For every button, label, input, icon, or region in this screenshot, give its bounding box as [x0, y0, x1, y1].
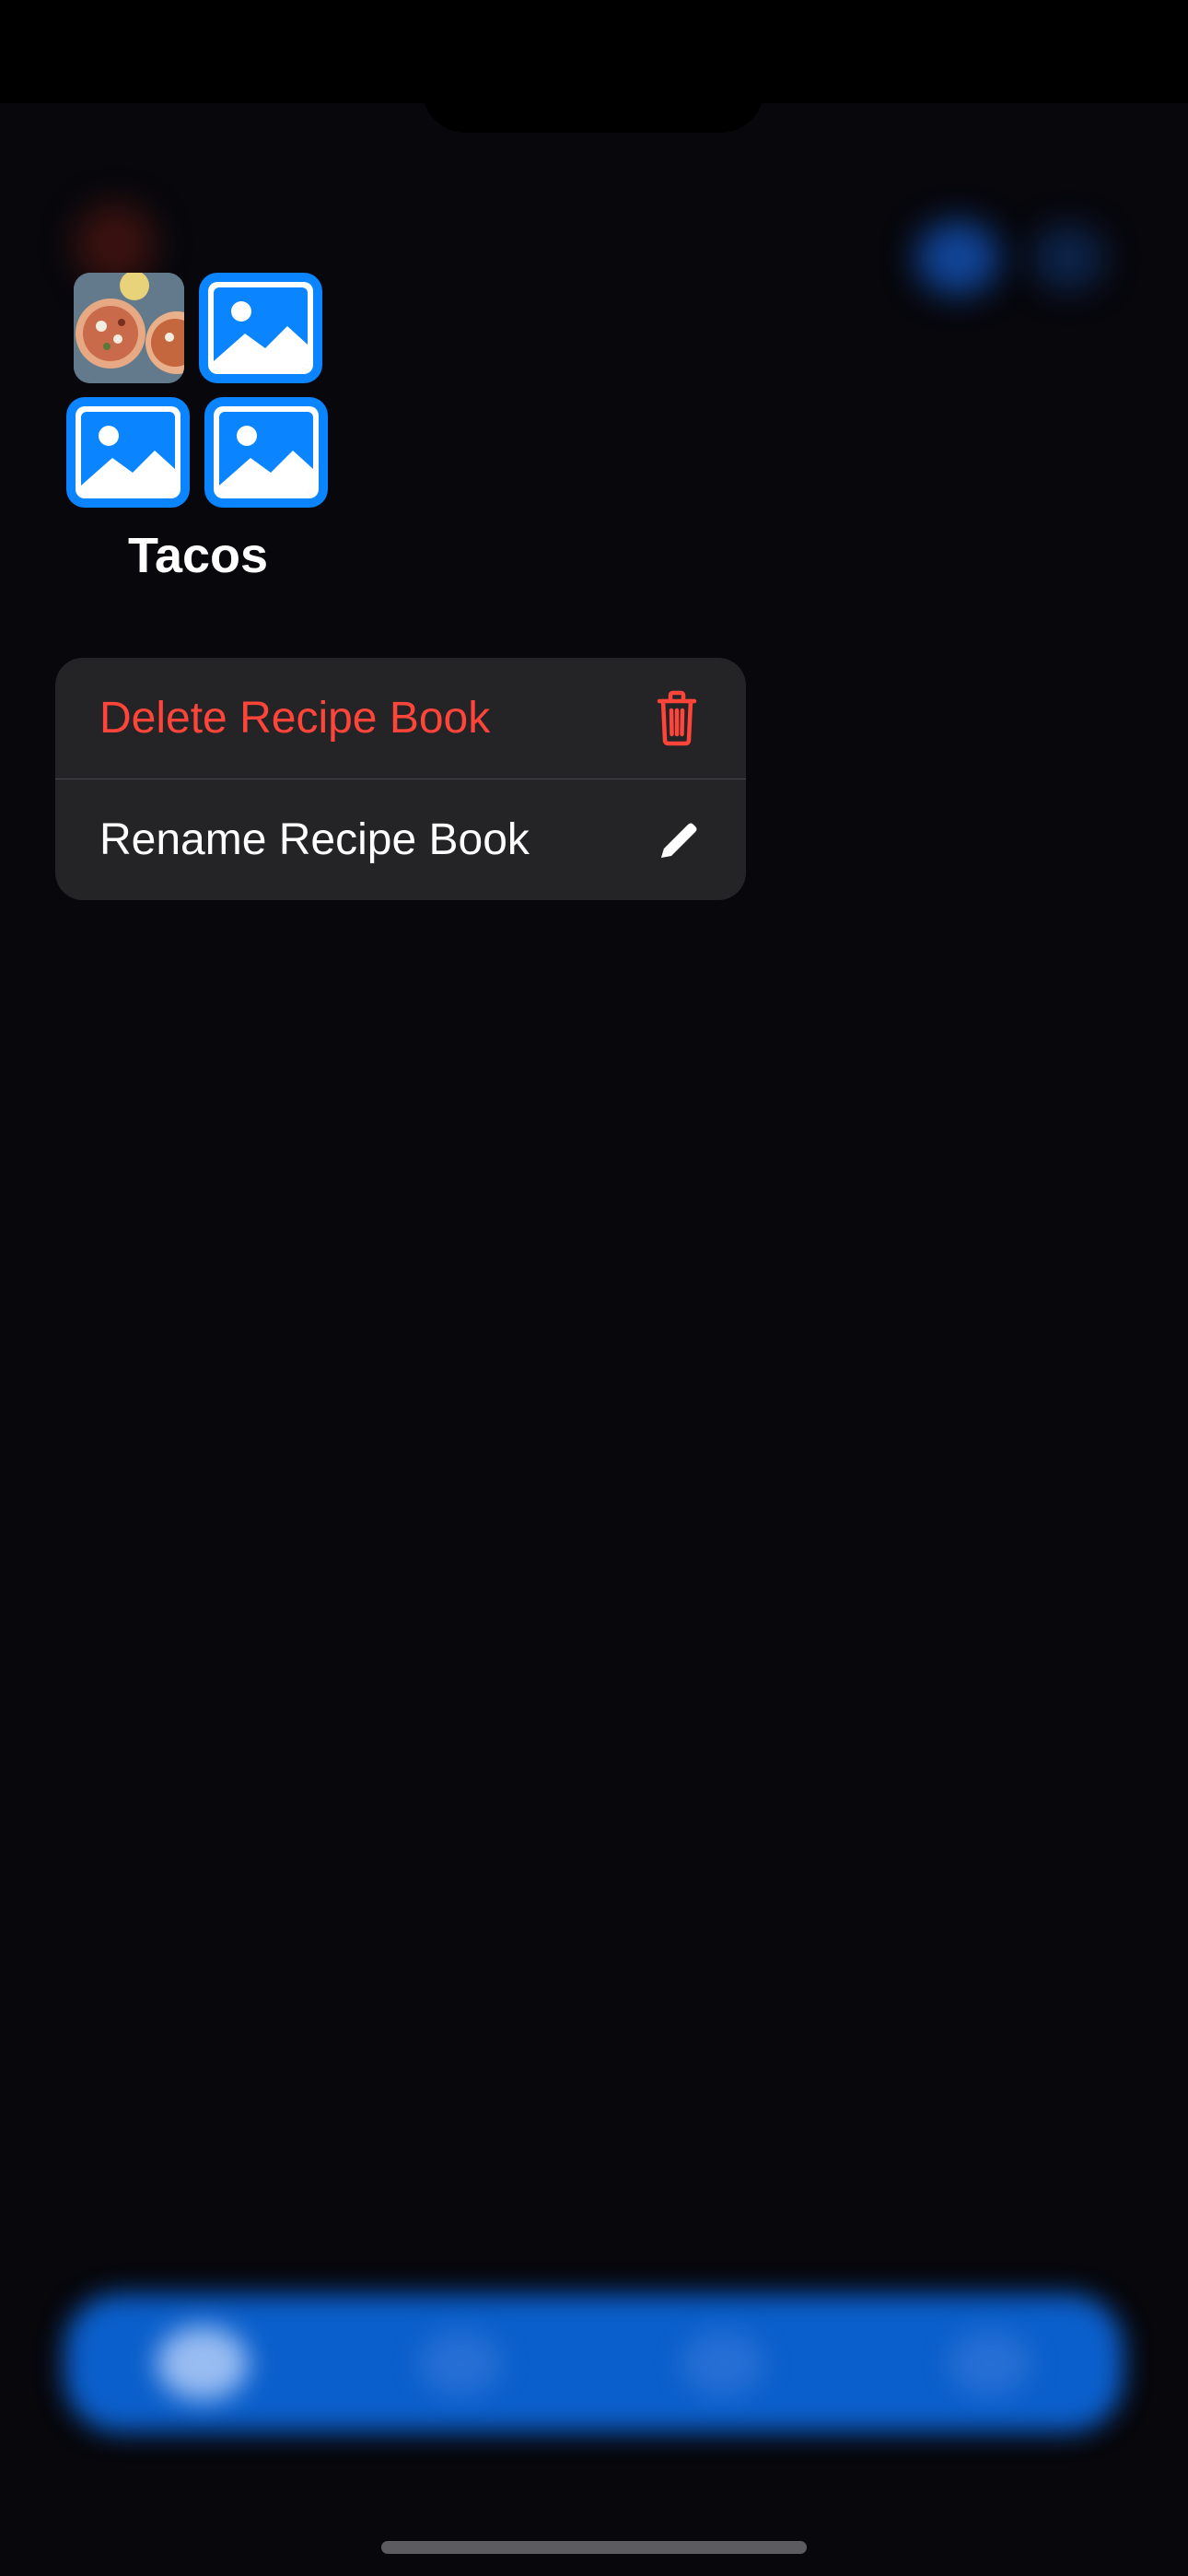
delete-recipe-book-menu-item[interactable]: Delete Recipe Book	[55, 658, 746, 779]
blurred-background-button	[1031, 226, 1105, 290]
photo-placeholder-icon	[66, 397, 190, 508]
blurred-tab-icon	[157, 2326, 249, 2400]
blurred-tab-icon	[949, 2331, 1031, 2395]
rename-recipe-book-menu-item[interactable]: Rename Recipe Book	[55, 779, 746, 900]
dynamic-island	[422, 55, 764, 133]
home-indicator[interactable]	[381, 2541, 807, 2554]
recipe-book-preview[interactable]: Tacos	[64, 267, 341, 590]
screen: Tacos Delete Recipe Book Rename Recipe B…	[0, 0, 1188, 2576]
photo-placeholder-icon	[204, 397, 328, 508]
menu-item-label: Rename Recipe Book	[99, 815, 530, 864]
context-menu: Delete Recipe Book Rename Recipe Book	[55, 658, 746, 900]
blurred-tab-icon	[681, 2331, 764, 2395]
menu-item-label: Delete Recipe Book	[99, 694, 491, 743]
photo-placeholder-icon	[199, 273, 322, 383]
pencil-icon	[645, 810, 709, 869]
trash-icon	[645, 688, 709, 747]
recipe-book-title: Tacos	[127, 528, 269, 583]
taco-photo-thumbnail	[74, 273, 184, 383]
blurred-background-button	[916, 221, 999, 295]
blurred-tab-icon	[419, 2331, 502, 2395]
